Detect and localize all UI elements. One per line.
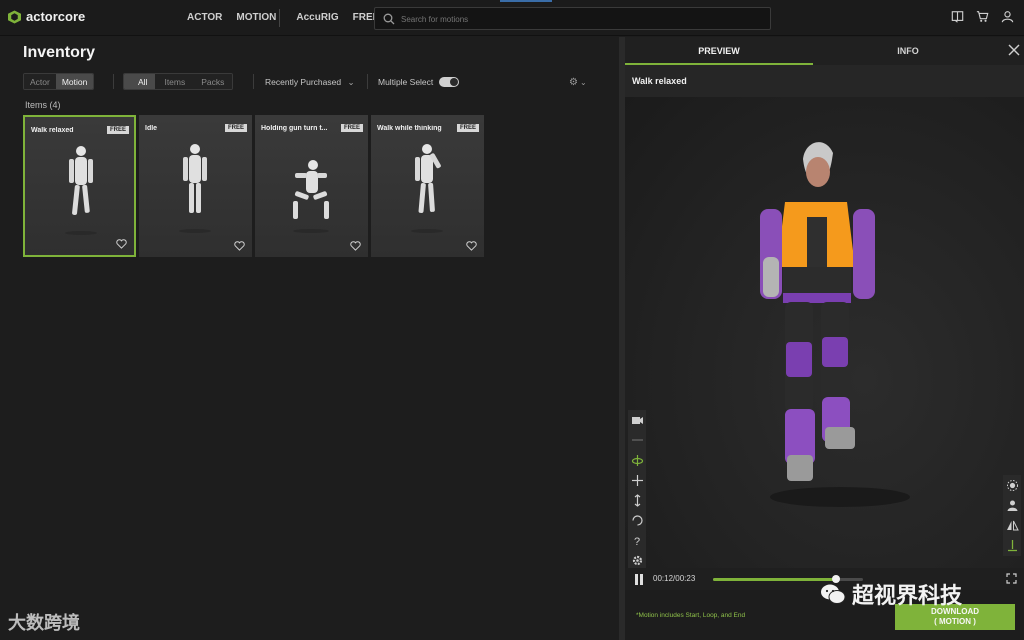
character-icon[interactable] bbox=[1006, 499, 1019, 512]
preview-motion-name: Walk relaxed bbox=[632, 76, 687, 86]
character-model bbox=[760, 142, 910, 507]
light-icon[interactable] bbox=[1006, 479, 1019, 492]
watermark-left-text: 大数跨境 bbox=[8, 613, 80, 633]
heart-icon[interactable] bbox=[234, 241, 245, 251]
motion-card-title: Walk relaxed bbox=[31, 127, 74, 134]
heart-icon[interactable] bbox=[350, 241, 361, 251]
nav-actor[interactable]: ACTOR bbox=[180, 12, 229, 23]
preview-tabs: PREVIEW INFO bbox=[625, 37, 1024, 65]
timeline-progress bbox=[713, 578, 836, 581]
reset-view-icon[interactable] bbox=[631, 514, 644, 527]
tab-all[interactable]: All bbox=[124, 74, 156, 89]
mirror-icon[interactable] bbox=[1006, 519, 1019, 532]
cart-icon[interactable] bbox=[976, 10, 989, 23]
multiple-select-label: Multiple Select bbox=[378, 77, 434, 87]
main-nav: ACTOR MOTION AccuRIG FREE bbox=[180, 12, 386, 23]
tab-motion[interactable]: Motion bbox=[55, 74, 94, 89]
help-icon[interactable]: ? bbox=[631, 534, 644, 547]
tab-info[interactable]: INFO bbox=[813, 37, 1003, 65]
search-box[interactable] bbox=[374, 7, 771, 30]
free-badge: FREE bbox=[340, 124, 363, 132]
motion-card[interactable]: Walk relaxed FREE bbox=[23, 115, 136, 257]
settings-icon[interactable] bbox=[631, 554, 644, 567]
motion-card[interactable]: Holding gun turn t... FREE bbox=[255, 115, 368, 257]
book-icon[interactable] bbox=[951, 10, 964, 23]
items-count: Items (4) bbox=[25, 100, 61, 110]
divider-line-icon bbox=[631, 439, 643, 441]
inventory-panel: Inventory Actor Motion All Items Packs R… bbox=[0, 37, 619, 640]
viewport-tools-left: ? bbox=[628, 410, 646, 568]
free-badge: FREE bbox=[456, 124, 479, 132]
playback-time: 00:12/00:23 bbox=[653, 574, 696, 583]
tab-packs[interactable]: Packs bbox=[194, 74, 233, 89]
nav-accurig[interactable]: AccuRIG bbox=[289, 12, 345, 23]
fullscreen-icon[interactable] bbox=[1006, 573, 1017, 584]
top-accent-line bbox=[500, 0, 552, 2]
svg-text:?: ? bbox=[634, 536, 640, 547]
pan-icon[interactable] bbox=[631, 474, 644, 487]
search-input[interactable] bbox=[401, 12, 761, 26]
multiple-select-toggle[interactable] bbox=[439, 77, 459, 87]
camera-icon[interactable] bbox=[631, 414, 644, 427]
top-navigation-bar: actorcore ACTOR MOTION AccuRIG FREE bbox=[0, 0, 1024, 36]
actorcore-cube-icon bbox=[8, 10, 21, 23]
brand-name: actorcore bbox=[26, 9, 86, 24]
viewport-tools-right bbox=[1003, 475, 1021, 556]
close-icon[interactable] bbox=[1008, 44, 1020, 56]
nav-motion[interactable]: MOTION bbox=[229, 12, 283, 23]
motion-card-title: Walk while thinking bbox=[377, 125, 442, 132]
motion-card[interactable]: Idle FREE bbox=[139, 115, 252, 257]
view-settings-button[interactable]: ⚙ ⌄ bbox=[569, 77, 587, 88]
preview-panel: PREVIEW INFO Walk relaxed ? 00:12/00:23 … bbox=[625, 37, 1024, 640]
actorcore-logo[interactable]: actorcore bbox=[8, 9, 85, 24]
user-icon[interactable] bbox=[1001, 10, 1014, 23]
orbit-icon[interactable] bbox=[631, 454, 644, 467]
sort-label: Recently Purchased bbox=[265, 77, 342, 87]
mannequin-walk-thumbnail bbox=[65, 146, 97, 235]
chevron-down-icon: ⌄ bbox=[579, 78, 587, 87]
motion-grid: Walk relaxed FREE Idle FREE Holding gun … bbox=[23, 115, 484, 257]
type-tabs: Actor Motion bbox=[23, 73, 95, 90]
free-badge: FREE bbox=[224, 124, 247, 132]
tab-preview[interactable]: PREVIEW bbox=[625, 37, 813, 65]
mannequin-thinking-thumbnail bbox=[411, 144, 443, 233]
watermark-right: 超视界科技 bbox=[820, 578, 962, 610]
motion-card-title: Idle bbox=[145, 125, 158, 132]
motion-card[interactable]: Walk while thinking FREE bbox=[371, 115, 484, 257]
chevron-down-icon: ⌄ bbox=[347, 77, 355, 87]
gear-icon: ⚙ bbox=[569, 77, 578, 88]
filter-separator bbox=[367, 74, 368, 89]
3d-viewport[interactable]: ? bbox=[625, 97, 1024, 568]
filter-tabs: All Items Packs bbox=[123, 73, 234, 90]
search-icon bbox=[383, 13, 395, 25]
motion-includes-note: *Motion includes Start, Loop, and End bbox=[636, 612, 746, 619]
heart-icon[interactable] bbox=[116, 239, 127, 249]
motion-card-title: Holding gun turn t... bbox=[261, 125, 328, 132]
watermark-right-text: 超视界科技 bbox=[852, 583, 963, 608]
root-anchor-icon[interactable] bbox=[1006, 539, 1019, 552]
watermark-left: 大数跨境 bbox=[8, 609, 80, 635]
top-right-icons bbox=[951, 10, 1014, 23]
zoom-vertical-icon[interactable] bbox=[631, 494, 644, 507]
filter-separator bbox=[253, 74, 254, 89]
mannequin-crouch-thumbnail bbox=[293, 160, 329, 233]
sort-dropdown[interactable]: Recently Purchased ⌄ bbox=[265, 77, 355, 88]
nav-separator bbox=[279, 9, 280, 27]
wechat-icon bbox=[821, 584, 846, 604]
mannequin-idle-thumbnail bbox=[179, 144, 211, 233]
page-title: Inventory bbox=[23, 44, 96, 61]
pause-icon[interactable] bbox=[634, 574, 644, 585]
tab-items[interactable]: Items bbox=[155, 74, 195, 89]
free-badge: FREE bbox=[106, 126, 129, 134]
heart-icon[interactable] bbox=[466, 241, 477, 251]
download-sublabel: ( MOTION ) bbox=[934, 617, 976, 626]
filter-separator bbox=[113, 74, 114, 89]
filter-toolbar: Actor Motion All Items Packs Recently Pu… bbox=[0, 69, 619, 95]
tab-actor[interactable]: Actor bbox=[24, 74, 56, 89]
